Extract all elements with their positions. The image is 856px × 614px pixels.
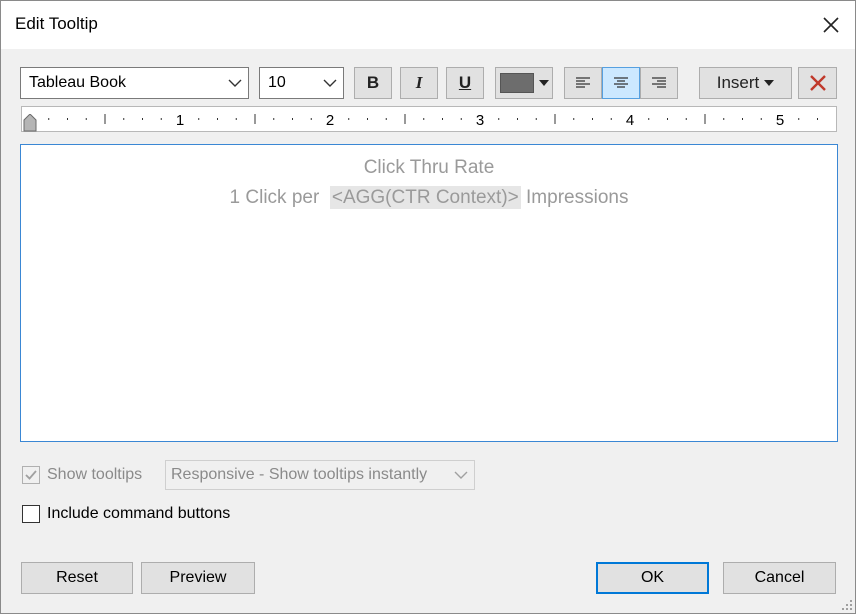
ruler-ticks: 1 2 3 4 5	[29, 112, 818, 129]
ruler-label: 3	[476, 112, 484, 129]
insert-label: Insert	[716, 73, 760, 92]
dropdown-arrow-icon	[764, 80, 775, 86]
cancel-label: Cancel	[754, 569, 805, 586]
chevron-down-icon	[454, 471, 468, 479]
indent-marker-icon[interactable]	[23, 114, 37, 132]
ok-button[interactable]: OK	[596, 562, 709, 594]
tooltip-line-body: 1 Click per <AGG(CTR Context)> Impressio…	[21, 186, 837, 209]
checkmark-icon	[25, 470, 37, 480]
ruler: 1 2 3 4 5	[21, 106, 837, 132]
ok-label: OK	[640, 569, 665, 586]
clear-x-icon	[809, 75, 826, 91]
show-tooltips-checkbox[interactable]	[22, 466, 40, 484]
color-swatch	[499, 73, 534, 93]
reset-label: Reset	[56, 569, 98, 586]
title-bar: Edit Tooltip	[1, 1, 855, 49]
dropdown-arrow-icon	[538, 80, 549, 86]
align-right-button[interactable]	[640, 67, 678, 99]
underline-button[interactable]: U	[446, 67, 484, 99]
resize-grip-icon[interactable]	[841, 599, 853, 611]
dialog-title: Edit Tooltip	[15, 14, 98, 33]
close-icon	[823, 17, 839, 33]
preview-button[interactable]: Preview	[141, 562, 255, 594]
body-suffix: Impressions	[526, 187, 629, 208]
italic-icon: I	[415, 73, 423, 92]
insert-button[interactable]: Insert	[699, 67, 792, 99]
chevron-down-icon	[228, 79, 242, 87]
chevron-down-icon	[323, 79, 337, 87]
clear-formatting-button[interactable]	[798, 67, 837, 99]
field-token: <AGG(CTR Context)>	[329, 186, 521, 209]
include-command-buttons-label: Include command buttons	[47, 505, 231, 522]
include-command-buttons-checkbox[interactable]	[22, 505, 40, 523]
close-button[interactable]	[811, 9, 851, 41]
font-family-value: Tableau Book	[29, 74, 126, 91]
cancel-button[interactable]: Cancel	[723, 562, 836, 594]
show-tooltips-label: Show tooltips	[47, 466, 143, 483]
tooltip-mode-value: Responsive - Show tooltips instantly	[171, 466, 428, 483]
reset-button[interactable]: Reset	[21, 562, 133, 594]
edit-tooltip-dialog: Edit Tooltip Tableau Book 10 B I U Inser…	[0, 0, 856, 614]
italic-button[interactable]: I	[400, 67, 438, 99]
font-family-select[interactable]: Tableau Book	[20, 67, 249, 99]
align-left-button[interactable]	[564, 67, 602, 99]
text-color-button[interactable]	[495, 67, 553, 99]
align-left-icon	[576, 77, 590, 88]
ruler-label: 5	[776, 112, 784, 129]
align-right-icon	[652, 77, 666, 88]
bold-icon: B	[366, 73, 380, 92]
ruler-label: 2	[326, 112, 334, 129]
ruler-label: 4	[626, 112, 634, 129]
underline-icon: U	[458, 73, 472, 92]
font-size-select[interactable]: 10	[259, 67, 344, 99]
preview-label: Preview	[169, 569, 227, 586]
font-size-value: 10	[268, 74, 286, 91]
tooltip-line-title: Click Thru Rate	[363, 157, 495, 178]
tooltip-editor[interactable]: Click Thru Rate 1 Click per <AGG(CTR Con…	[20, 144, 838, 442]
bold-button[interactable]: B	[354, 67, 392, 99]
align-center-icon	[614, 77, 628, 88]
ruler-label: 1	[176, 112, 184, 129]
tooltip-mode-select[interactable]: Responsive - Show tooltips instantly	[165, 460, 475, 490]
align-center-button[interactable]	[602, 67, 640, 99]
body-prefix: 1 Click per	[229, 187, 320, 208]
